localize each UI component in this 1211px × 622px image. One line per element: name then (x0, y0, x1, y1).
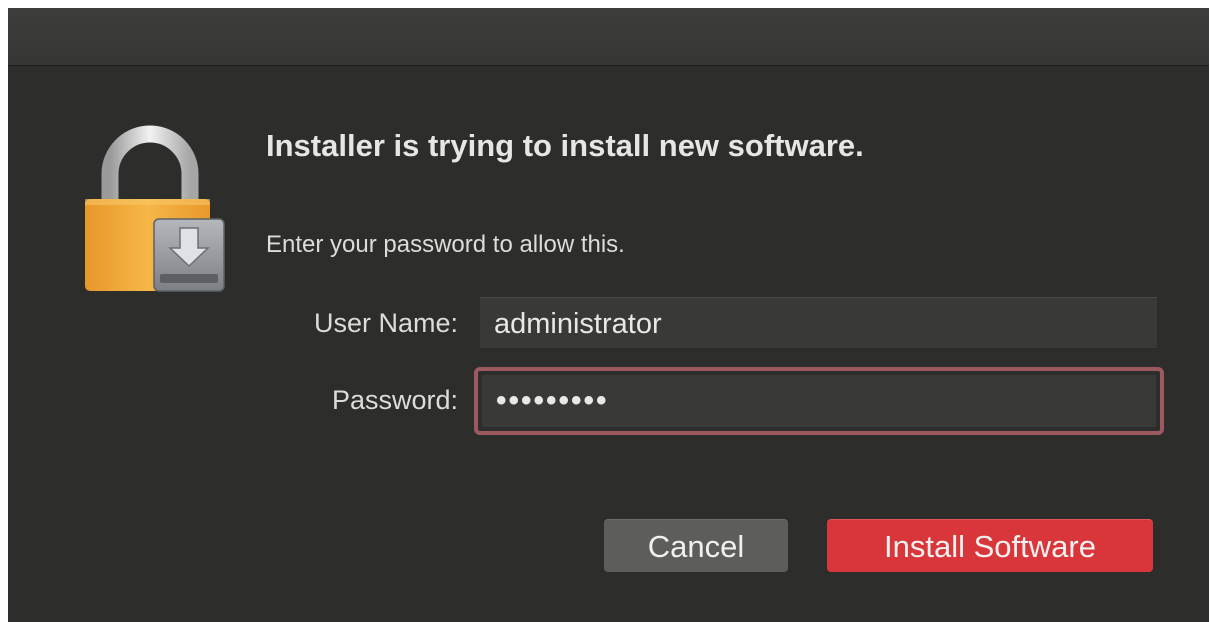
cancel-button[interactable]: Cancel (604, 519, 788, 572)
lock-with-installer-icon (85, 125, 225, 292)
password-label: Password: (331, 385, 458, 415)
dialog-heading: Installer is trying to install new softw… (266, 128, 864, 163)
username-label: User Name: (313, 308, 458, 338)
auth-dialog: Installer is trying to install new softw… (8, 8, 1209, 622)
install-software-button[interactable]: Install Software (827, 519, 1153, 572)
username-field[interactable]: administrator (480, 297, 1157, 349)
password-field[interactable]: ••••••••• (482, 375, 1156, 427)
dialog-titlebar[interactable] (8, 8, 1209, 66)
dialog-message: Enter your password to allow this. (266, 231, 625, 258)
